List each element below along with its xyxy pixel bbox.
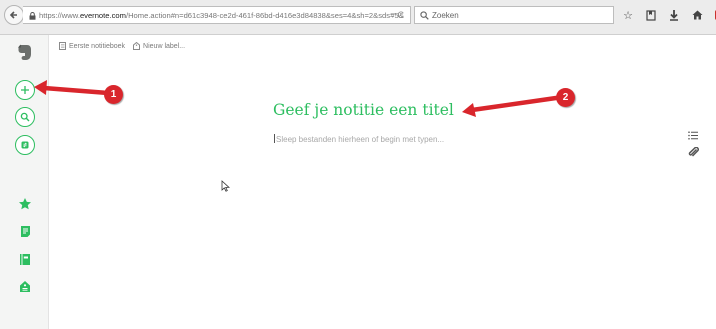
back-button[interactable]	[4, 5, 24, 25]
shortcuts-star-icon[interactable]	[15, 194, 35, 214]
reload-icon[interactable]: C	[398, 10, 405, 20]
note-body-editor[interactable]: Sleep bestanden hierheen of begin met ty…	[274, 134, 444, 144]
browser-toolbar: https://www.evernote.com/Home.action#n=d…	[0, 0, 716, 35]
notes-icon[interactable]	[15, 221, 35, 241]
evernote-logo-icon[interactable]	[15, 42, 35, 62]
annotation-badge-1: 1	[104, 85, 123, 104]
tag-selector[interactable]: Nieuw label...	[133, 42, 185, 50]
plus-icon	[21, 86, 29, 94]
list-icon[interactable]	[688, 131, 698, 140]
search-icon	[420, 11, 429, 20]
search-icon	[20, 112, 30, 122]
note-title-input[interactable]: Geef je notitie een titel	[273, 101, 454, 119]
notebook-label: Eerste notitieboek	[69, 42, 126, 50]
tag-label: Nieuw label...	[143, 42, 186, 50]
formatting-tools	[688, 131, 699, 158]
search-button[interactable]	[15, 107, 35, 127]
annotation-badge-2: 2	[556, 88, 575, 107]
search-placeholder: Zoeken	[432, 11, 459, 20]
new-note-button[interactable]	[15, 80, 35, 100]
arrow-2	[462, 95, 559, 117]
notebook-selector[interactable]: Eerste notitieboek	[59, 42, 125, 50]
url-host: evernote.com	[79, 11, 126, 20]
mouse-pointer-icon	[221, 180, 230, 192]
back-arrow-icon	[9, 11, 17, 19]
notebook-icon	[59, 42, 66, 50]
addon-icon[interactable]	[712, 8, 716, 22]
url-prefix: https://www.	[39, 11, 80, 20]
dropdown-icon[interactable]: ▿	[390, 10, 395, 20]
bookmarks-icon[interactable]	[643, 8, 659, 22]
address-bar[interactable]: https://www.evernote.com/Home.action#n=d…	[23, 6, 411, 24]
note-body-placeholder: Sleep bestanden hierheen of begin met ty…	[276, 135, 445, 144]
work-chat-icon	[21, 141, 29, 149]
notebooks-icon[interactable]	[15, 249, 35, 269]
star-icon[interactable]: ☆	[620, 8, 636, 22]
tag-icon	[133, 42, 141, 50]
tags-icon[interactable]	[15, 276, 35, 296]
breadcrumb: Eerste notitieboek Nieuw label...	[59, 42, 185, 50]
lock-icon	[29, 12, 36, 20]
work-chat-button[interactable]	[15, 135, 35, 155]
text-caret	[274, 134, 275, 143]
url-path: /Home.action#n=d61c3948-ce2d-461f-86bd-d…	[125, 11, 404, 20]
home-icon[interactable]	[689, 8, 705, 22]
attachment-icon[interactable]	[688, 147, 699, 158]
search-bar[interactable]: Zoeken	[414, 6, 614, 24]
download-icon[interactable]	[666, 8, 682, 22]
evernote-sidebar	[0, 35, 49, 329]
